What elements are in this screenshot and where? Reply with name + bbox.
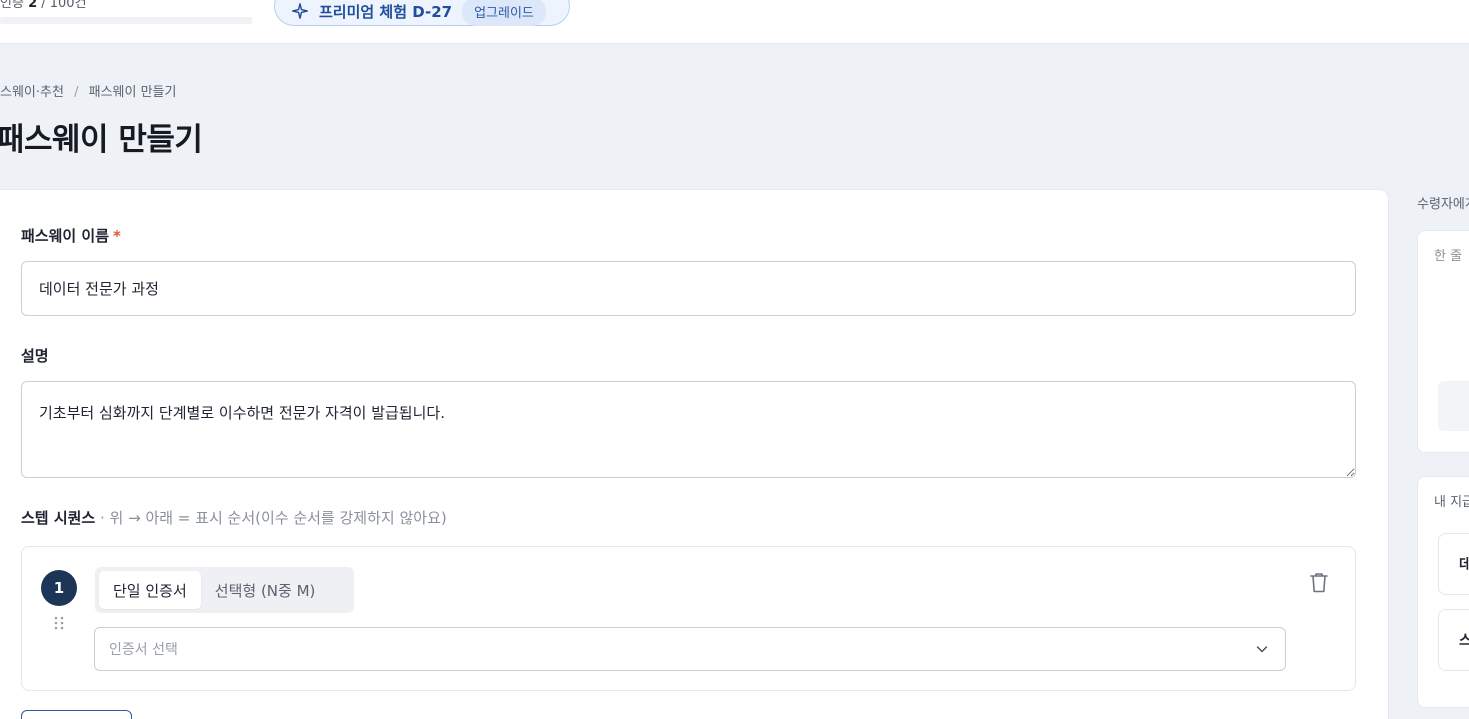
pathway-name-label: 패스웨이 이름 *: [21, 225, 121, 246]
usage-value: 2: [28, 0, 38, 11]
top-bar: 인증 2 / 100건 프리미엄 체험 D-27 업그레이드: [0, 0, 1469, 44]
premium-trial-text: 프리미엄 체험 D-27: [319, 2, 453, 21]
required-mark: *: [113, 227, 121, 245]
usage-progress-bar: [0, 17, 252, 24]
certificate-select[interactable]: 인증서 선택: [94, 627, 1286, 671]
step-sequence-title: 스텝 시퀀스: [21, 509, 96, 527]
upgrade-button[interactable]: 업그레이드: [462, 0, 546, 26]
premium-trial-badge[interactable]: 프리미엄 체험 D-27 업그레이드: [274, 0, 570, 26]
usage-total: / 100건: [41, 0, 87, 11]
description-label: 설명: [21, 347, 49, 365]
my-issued-card: 내 지급 데 스: [1417, 476, 1469, 708]
add-step-button[interactable]: [21, 710, 132, 719]
sparkle-icon: [292, 3, 308, 19]
list-item[interactable]: 데: [1438, 533, 1469, 595]
usage-label: 인증: [0, 0, 24, 11]
usage-counter: 인증 2 / 100건: [0, 0, 87, 11]
preview-card: 한 줄: [1417, 230, 1469, 453]
step-number-badge: 1: [41, 570, 77, 606]
tab-choice-n-of-m[interactable]: 선택형 (N중 M): [201, 571, 330, 609]
recipient-preview-title: 수령자에게: [1417, 197, 1469, 212]
my-issued-title: 내 지급: [1434, 495, 1469, 510]
description-textarea[interactable]: 기초부터 심화까지 단계별로 이수하면 전문가 자격이 발급됩니다.: [21, 381, 1356, 478]
trash-icon[interactable]: [1309, 571, 1329, 595]
one-line-hint: 한 줄: [1434, 249, 1463, 264]
chevron-down-icon: [1256, 646, 1268, 653]
step-type-toggle: 단일 인증서 선택형 (N중 M): [95, 567, 354, 613]
breadcrumb-separator: /: [74, 85, 79, 100]
drag-handle-icon[interactable]: [53, 615, 65, 631]
step-sequence-label: 스텝 시퀀스 · 위 → 아래 = 표시 순서(이수 순서를 강제하지 않아요): [21, 507, 447, 528]
preview-placeholder: [1438, 381, 1469, 431]
pathway-name-input[interactable]: [21, 261, 1356, 316]
page-title: 패스웨이 만들기: [0, 122, 203, 158]
breadcrumb-current: 패스웨이 만들기: [88, 85, 177, 100]
tab-single-certificate[interactable]: 단일 인증서: [99, 571, 201, 609]
breadcrumb: 스웨이·추천 / 패스웨이 만들기: [0, 81, 176, 100]
breadcrumb-parent-link[interactable]: 스웨이·추천: [0, 85, 64, 100]
certificate-select-placeholder: 인증서 선택: [109, 642, 178, 658]
step-card: 1 단일 인증서 선택형 (N중 M) 인증서 선택: [21, 546, 1356, 691]
step-sequence-hint: · 위 → 아래 = 표시 순서(이수 순서를 강제하지 않아요): [95, 509, 447, 527]
list-item[interactable]: 스: [1438, 609, 1469, 671]
pathway-name-label-text: 패스웨이 이름: [21, 227, 110, 245]
